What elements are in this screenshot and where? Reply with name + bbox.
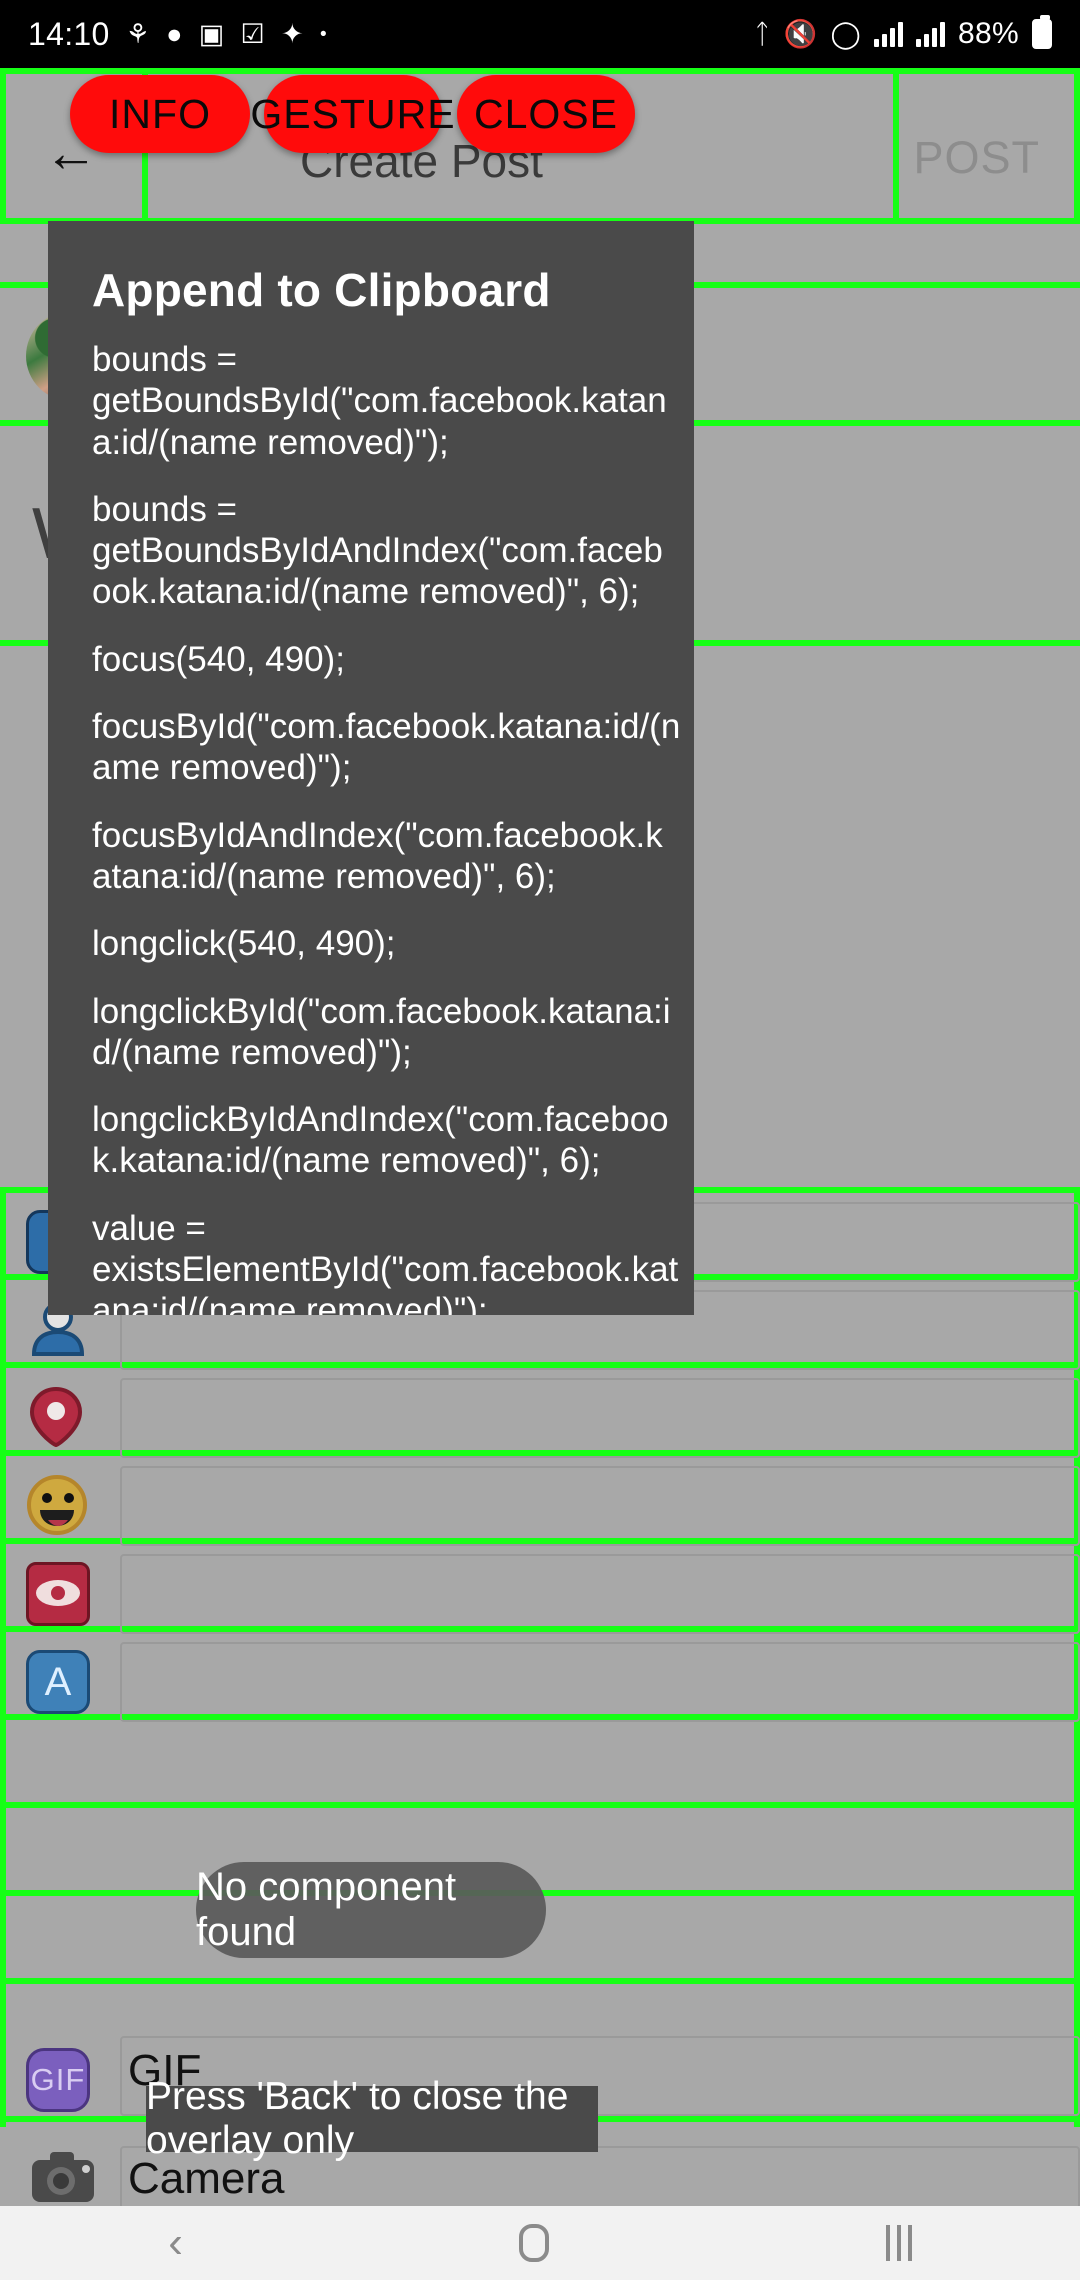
water-drop-icon: ● <box>166 18 183 49</box>
lotus-icon: ⚘ <box>125 18 151 49</box>
dialog-command-list[interactable]: bounds = getBoundsById("com.facebook.kat… <box>48 339 694 1315</box>
inspect-highlight <box>0 1187 6 2127</box>
back-nav-icon[interactable]: ‹ <box>168 2218 183 2268</box>
magic-wand-icon: ✦ <box>281 18 304 49</box>
close-button[interactable]: CLOSE <box>457 75 635 153</box>
gif-icon[interactable]: GIF <box>26 2048 90 2112</box>
clipboard-command[interactable]: value = existsElementById("com.facebook.… <box>92 1208 682 1315</box>
append-to-clipboard-dialog[interactable]: Append to Clipboard bounds = getBoundsBy… <box>48 221 694 1315</box>
status-bar-left: 14:10 ⚘ ● ▣ ☑ ✦ • <box>28 16 327 53</box>
row-value-box[interactable] <box>120 1378 1080 1458</box>
row-value-box[interactable] <box>120 1642 1080 1722</box>
row-value-box[interactable] <box>120 1554 1080 1634</box>
row-value-box[interactable] <box>120 1466 1080 1546</box>
toast-press-back: Press 'Back' to close the overlay only <box>146 2075 598 2162</box>
signal-bars-icon-2 <box>916 21 946 47</box>
status-bar: 14:10 ⚘ ● ▣ ☑ ✦ • ᛏ 🔇 ◯ 88% <box>0 0 1080 68</box>
battery-percent: 88% <box>958 17 1019 50</box>
post-button[interactable]: POST <box>913 132 1040 184</box>
camera-icon[interactable] <box>30 2150 96 2204</box>
bluetooth-icon: ᛏ <box>754 18 771 49</box>
inspect-highlight <box>0 1802 1080 1808</box>
gesture-button[interactable]: GESTURE <box>250 75 455 153</box>
avatar-icon[interactable]: A <box>26 1650 90 1714</box>
emoji-icon[interactable] <box>26 1474 88 1536</box>
info-button-label: INFO <box>109 90 211 137</box>
clipboard-command[interactable]: focus(540, 490); <box>92 639 682 680</box>
close-button-label: CLOSE <box>474 90 618 137</box>
clipboard-command[interactable]: longclickById("com.facebook.katana:id/(n… <box>92 991 682 1074</box>
phone-screen: 14:10 ⚘ ● ▣ ☑ ✦ • ᛏ 🔇 ◯ 88% ← Create Pos… <box>0 0 1080 2280</box>
info-button[interactable]: INFO <box>70 75 250 153</box>
location-icon[interactable] <box>26 1386 86 1448</box>
live-eye-icon <box>34 1576 82 1610</box>
clipboard-command[interactable]: longclickByIdAndIndex("com.facebook.kata… <box>92 1099 682 1182</box>
toast-no-component-found: No component found <box>196 1862 546 1958</box>
status-bar-right: ᛏ 🔇 ◯ 88% <box>754 15 1052 51</box>
wifi-icon: ◯ <box>830 18 862 49</box>
clipboard-command[interactable]: bounds = getBoundsById("com.facebook.kat… <box>92 339 682 463</box>
recents-nav-icon[interactable] <box>885 2225 912 2261</box>
mute-icon: 🔇 <box>783 18 818 49</box>
calendar-icon: ▣ <box>198 18 225 49</box>
clipboard-command[interactable]: focusByIdAndIndex("com.facebook.katana:i… <box>92 815 682 898</box>
clipboard-command[interactable]: longclick(540, 490); <box>92 923 682 964</box>
status-bar-clock: 14:10 <box>28 15 110 52</box>
clipboard-command[interactable]: focusById("com.facebook.katana:id/(name … <box>92 706 682 789</box>
clipboard-check-icon: ☑ <box>240 18 266 49</box>
gesture-button-label: GESTURE <box>250 90 456 137</box>
signal-bars-icon <box>874 21 904 47</box>
battery-icon <box>1032 15 1052 49</box>
dialog-title: Append to Clipboard <box>92 264 551 316</box>
clipboard-command[interactable]: bounds = getBoundsByIdAndIndex("com.face… <box>92 489 682 613</box>
dot-icon: • <box>319 23 327 45</box>
home-nav-icon[interactable] <box>519 2224 550 2262</box>
inspect-highlight <box>0 1978 1080 1984</box>
system-nav-bar: ‹ <box>0 2206 1080 2280</box>
